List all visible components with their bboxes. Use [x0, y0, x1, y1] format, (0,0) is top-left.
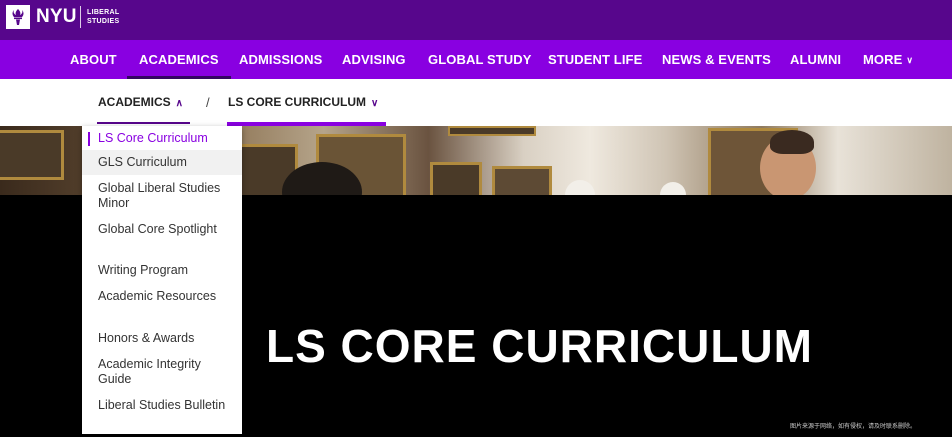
dropdown-item-academic-integrity-guide[interactable]: Academic Integrity Guide — [82, 357, 242, 387]
nav-item-advising[interactable]: ADVISING — [342, 40, 406, 79]
brand-subtitle-line1: LIBERAL — [87, 9, 120, 16]
painting — [492, 166, 552, 195]
image-caption: 图片来源于网络，如有侵权，请及时联系删除。 — [790, 424, 917, 430]
nav-item-more[interactable]: MORE ∨ — [863, 40, 913, 79]
brand-subtitle: LIBERAL STUDIES — [87, 8, 119, 26]
painting — [448, 126, 536, 136]
painting — [430, 162, 482, 195]
nav-item-news-events[interactable]: NEWS & EVENTS — [662, 40, 771, 79]
chevron-down-icon: ∨ — [906, 55, 914, 65]
nav-item-student-life[interactable]: STUDENT LIFE — [548, 40, 642, 79]
breadcrumb-current-label: LS CORE CURRICULUM — [228, 95, 366, 109]
dropdown-item-liberal-studies-bulletin[interactable]: Liberal Studies Bulletin — [82, 398, 242, 413]
nav-item-more-label: MORE — [863, 52, 903, 67]
nav-item-academics[interactable]: ACADEMICS — [127, 40, 231, 79]
brand-name: NYU — [36, 6, 77, 27]
brand-subtitle-line2: STUDIES — [87, 18, 120, 25]
breadcrumb: ACADEMICS ∧ / LS CORE CURRICULUM ∨ — [0, 79, 952, 126]
chevron-down-icon: ∨ — [371, 98, 379, 109]
academics-dropdown-menu: LS Core Curriculum GLS Curriculum Global… — [82, 126, 242, 434]
chevron-up-icon: ∧ — [175, 98, 183, 109]
nav-item-global-study[interactable]: GLOBAL STUDY — [428, 40, 532, 79]
dropdown-item-gls-curriculum[interactable]: GLS Curriculum — [82, 150, 242, 175]
light-fixture — [565, 180, 595, 195]
dropdown-item-honors-awards[interactable]: Honors & Awards — [82, 331, 242, 346]
dropdown-item-ls-core-curriculum[interactable]: LS Core Curriculum — [82, 129, 242, 148]
breadcrumb-academics[interactable]: ACADEMICS ∧ — [98, 79, 183, 126]
nyu-logo[interactable] — [6, 5, 30, 29]
dropdown-item-global-core-spotlight[interactable]: Global Core Spotlight — [82, 222, 242, 237]
person-hair — [770, 130, 814, 154]
main-nav: ABOUT ACADEMICS ADMISSIONS ADVISING GLOB… — [0, 40, 952, 79]
nav-item-alumni[interactable]: ALUMNI — [790, 40, 841, 79]
breadcrumb-academics-underline — [97, 122, 190, 124]
nav-item-admissions[interactable]: ADMISSIONS — [239, 40, 322, 79]
light-fixture — [660, 182, 686, 195]
breadcrumb-separator: / — [206, 95, 210, 110]
torch-icon — [12, 9, 24, 25]
dropdown-item-writing-program[interactable]: Writing Program — [82, 263, 242, 278]
brand-bar: NYU LIBERAL STUDIES — [0, 0, 952, 40]
painting — [0, 130, 64, 180]
nav-item-about[interactable]: ABOUT — [70, 40, 117, 79]
breadcrumb-academics-label: ACADEMICS — [98, 95, 171, 109]
logo-divider — [80, 6, 81, 28]
dropdown-item-global-liberal-studies-minor[interactable]: Global Liberal Studies Minor — [82, 181, 242, 211]
breadcrumb-current[interactable]: LS CORE CURRICULUM ∨ — [228, 79, 378, 126]
dropdown-item-academic-resources[interactable]: Academic Resources — [82, 289, 242, 304]
